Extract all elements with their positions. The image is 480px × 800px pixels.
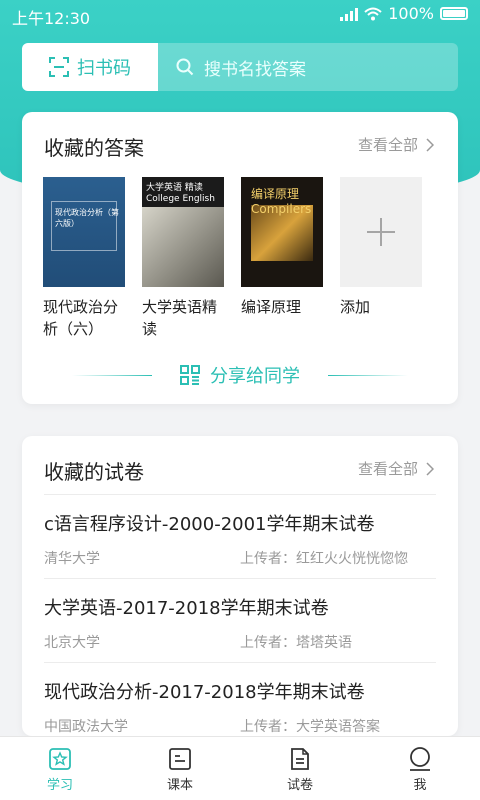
tab-label: 我 (413, 778, 427, 793)
book-cover: 编译原理 Compilers (241, 177, 323, 287)
paper-school: 北京大学 (44, 635, 100, 651)
book-title: 大学英语精读 (142, 298, 218, 338)
star-icon (49, 748, 71, 770)
list-item[interactable]: c语言程序设计-2000-2001学年期末试卷 清华大学 上传者：红红火火恍恍惚… (44, 494, 436, 578)
battery-percent: 100% (388, 4, 434, 23)
chevron-right-icon (426, 461, 434, 476)
paper-school: 清华大学 (44, 551, 100, 567)
qr-code-icon (180, 365, 200, 385)
book-icon (169, 748, 191, 770)
scan-label: 扫书码 (77, 58, 131, 79)
battery-icon (440, 7, 468, 20)
add-book-button[interactable]: 添加 (340, 177, 422, 340)
status-time: 上午12:30 (12, 9, 91, 28)
saved-answers-view-all[interactable]: 查看全部 (358, 134, 434, 155)
document-icon (291, 748, 309, 770)
book-cover: 现代政治分析（第六版） (43, 177, 125, 287)
tab-label: 学习 (46, 778, 73, 793)
share-label: 分享给同学 (210, 366, 300, 387)
paper-uploader: 上传者：红红火火恍恍惚惚 (240, 551, 408, 567)
saved-answers-title: 收藏的答案 (44, 136, 144, 160)
chevron-right-icon (426, 137, 434, 152)
book-item[interactable]: 现代政治分析（第六版） 现代政治分析（六） (43, 177, 125, 340)
view-all-label: 查看全部 (357, 460, 418, 478)
search-icon (176, 58, 194, 76)
add-cover (340, 177, 422, 287)
paper-uploader: 上传者：塔塔英语 (240, 635, 352, 651)
list-item[interactable]: 现代政治分析-2017-2018学年期末试卷 中国政法大学 上传者：大学英语答案 (44, 662, 436, 746)
plus-icon (367, 218, 395, 246)
search-bar: 扫书码 搜书名找答案 (22, 43, 458, 91)
tab-label: 课本 (166, 778, 193, 793)
divider (72, 375, 152, 376)
list-item[interactable]: 大学英语-2017-2018学年期末试卷 北京大学 上传者：塔塔英语 (44, 578, 436, 662)
paper-title: c语言程序设计-2000-2001学年期末试卷 (44, 514, 375, 535)
share-to-classmates-button[interactable]: 分享给同学 (22, 362, 458, 388)
paper-uploader: 上传者：大学英语答案 (240, 719, 380, 735)
paper-title: 大学英语-2017-2018学年期末试卷 (44, 598, 329, 619)
saved-papers-view-all[interactable]: 查看全部 (358, 458, 434, 479)
divider (328, 375, 408, 376)
saved-papers-list: c语言程序设计-2000-2001学年期末试卷 清华大学 上传者：红红火火恍恍惚… (44, 494, 436, 746)
signal-icon (340, 7, 359, 21)
user-icon (410, 747, 430, 771)
book-title: 编译原理 (241, 298, 302, 316)
book-item[interactable]: 大学英语 精读 College English 大学英语精读 (142, 177, 224, 340)
tab-textbook[interactable]: 课本 (120, 737, 240, 800)
tab-study[interactable]: 学习 (0, 737, 120, 800)
search-input[interactable]: 搜书名找答案 (158, 43, 458, 91)
book-cover: 大学英语 精读 College English (142, 177, 224, 287)
tab-label: 试卷 (286, 778, 313, 793)
saved-papers-title: 收藏的试卷 (44, 460, 144, 484)
tab-exam[interactable]: 试卷 (240, 737, 360, 800)
tab-me[interactable]: 我 (360, 737, 480, 800)
saved-books-list: 现代政治分析（第六版） 现代政治分析（六） 大学英语 精读 College En… (43, 177, 422, 340)
paper-title: 现代政治分析-2017-2018学年期末试卷 (44, 682, 365, 703)
paper-school: 中国政法大学 (44, 719, 128, 735)
saved-papers-card: 收藏的试卷 查看全部 c语言程序设计-2000-2001学年期末试卷 清华大学 … (22, 436, 458, 736)
bottom-tab-bar: 学习 课本 试卷 我 (0, 736, 480, 800)
saved-answers-card: 收藏的答案 查看全部 现代政治分析（第六版） 现代政治分析（六） 大学英语 精读… (22, 112, 458, 404)
scan-book-code-button[interactable]: 扫书码 (22, 43, 158, 91)
wifi-icon (364, 7, 382, 20)
book-item[interactable]: 编译原理 Compilers 编译原理 (241, 177, 323, 340)
status-bar: 上午12:30 100% (0, 0, 480, 30)
view-all-label: 查看全部 (357, 136, 418, 154)
scan-icon (49, 57, 69, 77)
search-placeholder: 搜书名找答案 (204, 59, 306, 80)
add-label: 添加 (340, 298, 371, 316)
book-title: 现代政治分析（六） (43, 298, 119, 338)
